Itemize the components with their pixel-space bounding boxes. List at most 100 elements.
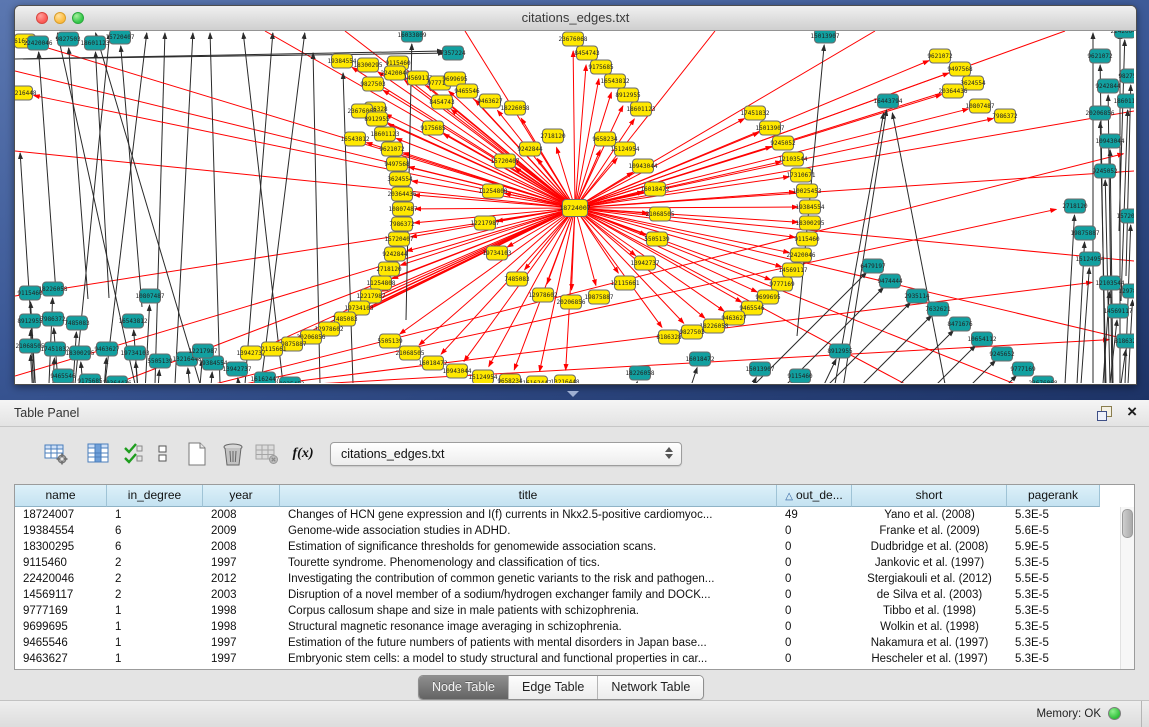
network-node-label: 15013907 — [746, 366, 775, 373]
network-graph[interactable]: 1938455418300295911546022420046145691179… — [15, 31, 1134, 383]
network-node-label: 15720407 — [106, 34, 135, 41]
network-edge[interactable] — [732, 377, 756, 383]
network-node-label: 9699695 — [442, 76, 468, 83]
cell-title: Changes of HCN gene expression and I(f) … — [280, 507, 777, 523]
network-edge[interactable] — [797, 302, 911, 383]
cell-out-degree: 0 — [777, 651, 852, 667]
table-row[interactable]: 2242004622012Investigating the contribut… — [15, 571, 1121, 587]
network-edge[interactable] — [575, 208, 742, 302]
network-node-label: 9463627 — [94, 346, 120, 353]
table-type-segmented-control: Node TableEdge TableNetwork Table — [418, 675, 704, 700]
window-close-button[interactable] — [36, 12, 48, 24]
cell-name: 18724007 — [15, 507, 107, 523]
table-row[interactable]: 1938455462009Genome-wide association stu… — [15, 523, 1121, 539]
float-panel-icon[interactable] — [1097, 406, 1111, 420]
show-columns-icon[interactable] — [83, 439, 113, 469]
network-edge[interactable] — [892, 113, 945, 383]
network-edge[interactable] — [843, 110, 887, 383]
row-height-icon[interactable] — [148, 439, 178, 469]
network-node-label: 8912955 — [615, 92, 641, 99]
network-edge[interactable] — [188, 368, 194, 383]
table-scrollbar[interactable] — [1120, 507, 1134, 669]
column-header-short[interactable]: short — [852, 485, 1007, 507]
table-scrollbar-thumb[interactable] — [1122, 509, 1133, 538]
network-edge[interactable] — [770, 287, 884, 383]
network-edge[interactable] — [622, 382, 637, 383]
table-row[interactable]: 1830029562008Estimation of significance … — [15, 539, 1121, 555]
cell-short: Wolkin et al. (1998) — [852, 619, 1007, 635]
cell-title: Tourette syndrome. Phenomenology and cla… — [280, 555, 777, 571]
network-edge[interactable] — [575, 31, 875, 208]
network-edge[interactable] — [47, 298, 53, 383]
table-source-select[interactable]: citations_edges.txt — [330, 442, 682, 466]
network-edge[interactable] — [1065, 215, 1074, 383]
table-row[interactable]: 969969511998Structural magnetic resonanc… — [15, 619, 1121, 635]
network-node-label: 16018472 — [419, 360, 448, 367]
network-node-label: 7485083 — [504, 276, 530, 283]
column-header-label: year — [229, 488, 252, 502]
network-node-label: 18601123 — [371, 131, 400, 138]
cell-in-degree: 2 — [107, 587, 203, 603]
column-header-title[interactable]: title — [280, 485, 777, 507]
column-header-pagerank[interactable]: pagerank — [1007, 485, 1100, 507]
table-row[interactable]: 1872400712008Changes of HCN gene express… — [15, 507, 1121, 523]
network-edge[interactable] — [57, 33, 135, 383]
select-columns-icon[interactable] — [118, 439, 148, 469]
table-row[interactable]: 911546021997Tourette syndrome. Phenomeno… — [15, 555, 1121, 571]
tab-network-table[interactable]: Network Table — [598, 676, 703, 699]
network-edge[interactable] — [575, 207, 798, 208]
network-edge[interactable] — [903, 375, 1017, 383]
network-edge[interactable] — [39, 52, 56, 293]
network-node-label: 18601123 — [1114, 98, 1134, 105]
network-edge[interactable] — [882, 360, 996, 383]
network-edge[interactable] — [575, 208, 781, 267]
delete-column-icon[interactable] — [218, 439, 248, 469]
network-edge[interactable] — [210, 33, 220, 383]
cell-year: 2008 — [203, 507, 280, 523]
window-minimize-button[interactable] — [54, 12, 66, 24]
column-header-year[interactable]: year — [203, 485, 280, 507]
network-edge[interactable] — [36, 44, 575, 208]
column-header-in-degree[interactable]: in_degree — [107, 485, 203, 507]
network-canvas[interactable]: 1938455418300295911546022420046145691179… — [15, 31, 1134, 383]
network-edge[interactable] — [343, 73, 353, 383]
table-panel-title: Table Panel — [14, 406, 79, 420]
network-node-label: 10025453 — [276, 381, 305, 383]
network-edge[interactable] — [573, 51, 575, 208]
network-edge[interactable] — [155, 33, 165, 383]
tab-edge-table[interactable]: Edge Table — [509, 676, 598, 699]
network-edge[interactable] — [238, 378, 243, 383]
memory-status-indicator[interactable] — [1108, 707, 1121, 720]
cell-in-degree: 1 — [107, 651, 203, 667]
network-edge[interactable] — [95, 52, 109, 298]
table-row[interactable]: 1456911722003Disruption of a novel membe… — [15, 587, 1121, 603]
network-edge[interactable] — [121, 46, 142, 307]
network-edge[interactable] — [261, 33, 305, 383]
create-column-icon[interactable] — [182, 439, 212, 469]
network-edge[interactable] — [415, 208, 575, 209]
column-header-out-de-[interactable]: △out_de... — [777, 485, 852, 507]
column-header-name[interactable]: name — [15, 485, 107, 507]
table-settings-icon[interactable] — [41, 439, 71, 469]
window-zoom-button[interactable] — [72, 12, 84, 24]
close-panel-icon[interactable]: × — [1127, 402, 1137, 422]
network-node-label: 9474444 — [877, 278, 903, 285]
splitter-grip[interactable] — [567, 391, 579, 397]
network-edge[interactable] — [575, 208, 684, 323]
function-builder-icon[interactable]: f(x) — [288, 439, 318, 469]
network-edge[interactable] — [207, 372, 212, 383]
network-node-label: 9245052 — [770, 140, 796, 147]
table-row[interactable]: 946554611997Estimation of the future num… — [15, 635, 1121, 651]
network-node-label: 23676068 — [1029, 380, 1058, 383]
network-node-label: 8912955 — [17, 318, 43, 325]
tab-node-table[interactable]: Node Table — [419, 676, 509, 699]
table-row[interactable]: 977716911998Corpus callosum shape and si… — [15, 603, 1121, 619]
network-node-label: 9827503 — [1118, 73, 1134, 80]
network-edge[interactable] — [676, 368, 697, 383]
network-edge[interactable] — [1100, 122, 1106, 383]
network-node-label: 9658234 — [592, 136, 618, 143]
network-edge[interactable] — [862, 345, 976, 383]
network-window-titlebar[interactable]: citations_edges.txt — [15, 6, 1136, 31]
table-row[interactable]: 946362711997Embryonic stem cells: a mode… — [15, 651, 1121, 667]
network-edge[interactable] — [69, 48, 88, 299]
